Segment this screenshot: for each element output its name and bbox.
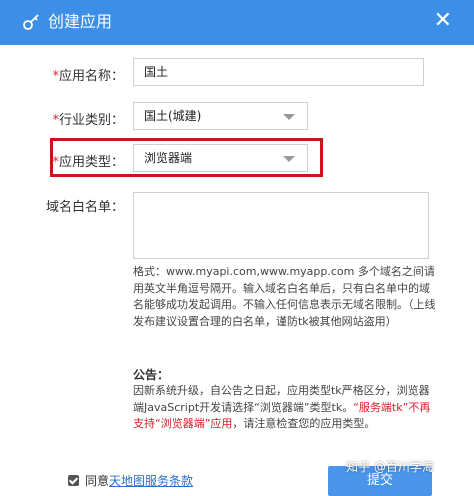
notice-title: 公告： [133,368,170,382]
app-name-label: *应用名称： [52,69,124,84]
chevron-down-icon [283,114,295,120]
key-icon [23,14,39,30]
agree-checkbox[interactable] [68,475,79,486]
industry-select[interactable]: 国土(城建) [133,102,308,130]
terms-link[interactable]: 天地图服务条款 [109,474,193,488]
whitelist-label: 域名白名单： [45,200,124,215]
close-icon[interactable]: ✕ [434,10,452,32]
industry-label: *行业类别： [52,113,124,128]
app-name-input[interactable]: 国土 [133,58,424,86]
whitelist-textarea[interactable] [133,192,429,259]
notice-text: 因新系统升级，自公告之日起，应用类型tk严格区分，浏览器端JavaScript开… [133,384,431,430]
dialog-titlebar: 创建应用 ✕ [0,0,474,45]
agree-terms: 同意天地图服务条款 [68,472,193,489]
dialog-title: 创建应用 [48,12,113,31]
app-type-highlight-box [50,138,323,177]
watermark-text: 知乎 @百川学海 [346,460,434,474]
agree-prefix: 同意 [85,474,110,488]
industry-value: 国土(城建) [144,109,202,123]
whitelist-hint: 格式：www.myapi.com,www.myapp.com 多个域名之间请用英… [133,265,436,328]
